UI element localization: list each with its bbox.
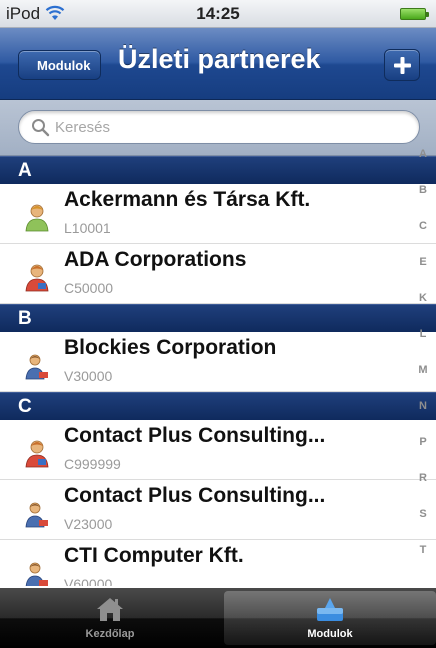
- list-item[interactable]: Ackermann és Társa Kft. L10001: [0, 184, 436, 244]
- list-item[interactable]: Blockies Corporation V30000: [0, 332, 436, 392]
- index-letter[interactable]: E: [410, 256, 436, 268]
- index-letter[interactable]: C: [410, 220, 436, 232]
- partner-code: C50000: [64, 280, 114, 296]
- back-button-label: Modulok: [37, 58, 91, 73]
- index-letter[interactable]: M: [410, 364, 436, 376]
- index-letter[interactable]: S: [410, 508, 436, 520]
- partner-code: C999999: [64, 456, 121, 472]
- partner-name: ADA Corporations: [64, 248, 247, 271]
- person-vendor-icon: [25, 562, 48, 586]
- index-letter[interactable]: B: [410, 184, 436, 196]
- index-letter[interactable]: T: [410, 544, 436, 556]
- tab-home-label: Kezdőlap: [85, 628, 135, 640]
- index-letter[interactable]: K: [410, 292, 436, 304]
- partner-name: Contact Plus Consulting...: [64, 424, 326, 447]
- partner-code: V23000: [64, 516, 113, 532]
- person-vendor-icon: [25, 354, 48, 380]
- index-letter[interactable]: A: [410, 148, 436, 160]
- search-bar: [0, 100, 436, 156]
- section-index[interactable]: A B C E K L M N P R S T: [410, 146, 436, 576]
- status-bar: iPod 14:25: [0, 0, 436, 28]
- section-header-c: C: [0, 392, 436, 420]
- back-button[interactable]: Modulok: [18, 50, 102, 80]
- partner-code: V30000: [64, 368, 113, 384]
- search-icon: [32, 119, 50, 137]
- search-input[interactable]: [55, 111, 395, 143]
- index-letter[interactable]: N: [410, 400, 436, 412]
- section-header-a: A: [0, 156, 436, 184]
- section-header-b: B: [0, 304, 436, 332]
- list-item[interactable]: CTI Computer Kft. V60000: [0, 540, 436, 586]
- modules-icon: [317, 598, 343, 621]
- index-letter[interactable]: R: [410, 472, 436, 484]
- partner-name: Blockies Corporation: [64, 336, 277, 359]
- partner-code: L10001: [64, 220, 111, 236]
- list-item[interactable]: Contact Plus Consulting... C999999: [0, 420, 436, 480]
- page-title: Üzleti partnerek: [118, 44, 321, 74]
- index-letter[interactable]: L: [410, 328, 436, 340]
- partner-list: A Ackermann és Társa Kft. L10001 ADA Cor…: [0, 156, 436, 586]
- tab-modules[interactable]: Modulok: [224, 591, 436, 645]
- person-lead-icon: [25, 204, 49, 232]
- search-field[interactable]: [18, 110, 420, 144]
- add-button[interactable]: [384, 49, 420, 81]
- person-customer-icon: [25, 264, 49, 292]
- partner-name: CTI Computer Kft.: [64, 544, 244, 567]
- list-item[interactable]: ADA Corporations C50000: [0, 244, 436, 304]
- clock: 14:25: [196, 4, 240, 23]
- partner-name: Contact Plus Consulting...: [64, 484, 326, 507]
- tab-bar: Kezdőlap Modulok: [0, 588, 436, 648]
- index-letter[interactable]: P: [410, 436, 436, 448]
- partner-code: V60000: [64, 576, 113, 586]
- person-vendor-icon: [25, 502, 48, 528]
- person-customer-icon: [25, 440, 49, 468]
- list-item[interactable]: Contact Plus Consulting... V23000: [0, 480, 436, 540]
- tab-home[interactable]: Kezdőlap: [4, 588, 216, 648]
- navigation-bar: Modulok Üzleti partnerek: [0, 28, 436, 100]
- partner-name: Ackermann és Társa Kft.: [64, 188, 311, 211]
- home-icon: [97, 598, 123, 621]
- battery-icon: [400, 8, 429, 20]
- tab-modules-label: Modulok: [307, 628, 353, 640]
- plus-icon: [394, 57, 411, 74]
